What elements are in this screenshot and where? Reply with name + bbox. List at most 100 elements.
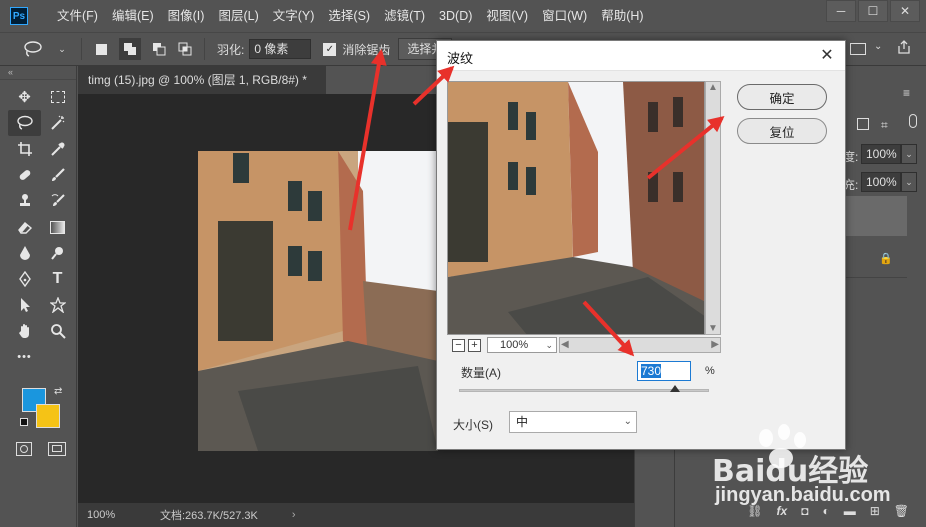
window-controls: ─ ☐ ✕ — [824, 0, 920, 22]
filter-preview[interactable] — [447, 81, 705, 335]
size-label: 大小(S) — [453, 418, 493, 432]
brush-tool-icon[interactable] — [41, 162, 74, 188]
divider — [204, 38, 205, 60]
workspace-icon[interactable] — [850, 43, 866, 55]
crop-tool-icon[interactable] — [8, 136, 41, 162]
preview-zoom-value: 100% — [500, 339, 529, 351]
chevron-down-icon: ⌄ — [545, 340, 553, 350]
menu-layer[interactable]: 图层(L) — [211, 0, 265, 32]
zoom-in-button[interactable]: + — [468, 339, 481, 352]
clone-stamp-icon[interactable] — [8, 188, 41, 214]
close-icon[interactable]: ✕ — [817, 45, 837, 65]
path-selection-icon[interactable] — [8, 292, 41, 318]
dialog-title: 波纹 — [447, 51, 474, 66]
marquee-tool-icon[interactable] — [41, 84, 74, 110]
collapse-icon[interactable]: « — [0, 66, 76, 80]
zoom-out-button[interactable]: − — [452, 339, 465, 352]
quick-mask-icon[interactable] — [16, 442, 32, 456]
dodge-tool-icon[interactable] — [41, 240, 74, 266]
move-tool-icon[interactable]: ✥ — [8, 84, 41, 110]
more-tools-icon[interactable]: ••• — [8, 344, 41, 370]
custom-shape-icon[interactable] — [41, 292, 74, 318]
fill-input[interactable]: 100% — [861, 172, 901, 192]
photoshop-logo: Ps — [10, 7, 28, 25]
lasso-tool-icon[interactable] — [22, 41, 44, 57]
healing-brush-icon[interactable] — [8, 162, 41, 188]
menu-window[interactable]: 窗口(W) — [535, 0, 594, 32]
scroll-up-icon[interactable]: ▲ — [708, 82, 718, 93]
menu-file[interactable]: 文件(F) — [50, 0, 105, 32]
size-select[interactable]: 中 ⌄ — [509, 411, 637, 433]
watermark-url: jingyan.baidu.com — [715, 484, 891, 506]
panel-menu-icon[interactable]: ≡ — [903, 86, 910, 100]
ripple-dialog: 波纹 ✕ ▲ ▼ − + 100% ⌄ ◀ ▶ 确定 复位 数量(A) 730 … — [436, 40, 846, 450]
feather-label: 羽化: — [217, 42, 245, 57]
zoom-tool-icon[interactable] — [41, 318, 74, 344]
document-tab[interactable]: timg (15).jpg @ 100% (图层 1, RGB/8#) * — [78, 66, 326, 94]
hand-tool-icon[interactable] — [8, 318, 41, 344]
eyedropper-icon[interactable] — [41, 136, 74, 162]
chevron-down-icon: ⌄ — [623, 416, 632, 427]
menu-image[interactable]: 图像(I) — [161, 0, 212, 32]
preview-image — [448, 82, 704, 334]
amount-slider-thumb[interactable] — [670, 385, 681, 392]
chevron-down-icon[interactable]: ⌄ — [54, 41, 70, 57]
amount-value: 730 — [641, 364, 662, 378]
default-colors-icon[interactable] — [20, 418, 28, 426]
chevron-down-icon[interactable]: ⌄ — [901, 144, 917, 164]
amount-label: 数量(A) — [461, 366, 501, 380]
magic-wand-icon[interactable] — [41, 110, 74, 136]
antialias-checkbox[interactable]: ✓ — [323, 42, 337, 56]
new-selection-icon[interactable] — [93, 41, 109, 57]
close-window-button[interactable]: ✕ — [890, 0, 920, 22]
scroll-down-icon[interactable]: ▼ — [708, 323, 718, 334]
preview-vertical-scrollbar[interactable]: ▲ ▼ — [705, 81, 721, 335]
minimize-button[interactable]: ─ — [826, 0, 856, 22]
reset-button[interactable]: 复位 — [737, 118, 827, 144]
preview-zoom-select[interactable]: 100% ⌄ — [487, 337, 557, 353]
menu-3d[interactable]: 3D(D) — [432, 0, 479, 32]
intersect-selection-icon[interactable] — [177, 41, 193, 57]
eraser-tool-icon[interactable] — [8, 214, 41, 240]
type-tool-icon[interactable]: T — [41, 266, 74, 292]
chevron-down-icon[interactable]: ⌄ — [901, 172, 917, 192]
gradient-tool-icon[interactable] — [41, 214, 74, 240]
history-brush-icon[interactable] — [41, 188, 74, 214]
menu-select[interactable]: 选择(S) — [321, 0, 377, 32]
menu-edit[interactable]: 编辑(E) — [105, 0, 161, 32]
menu-view[interactable]: 视图(V) — [479, 0, 535, 32]
document-size: 文档:263.7K/527.3K — [160, 510, 258, 522]
antialias-label: 消除锯齿 — [342, 42, 391, 57]
share-icon[interactable] — [896, 39, 912, 58]
panel-toggle-icon[interactable] — [909, 114, 917, 128]
chevron-down-icon[interactable]: ⌄ — [874, 41, 882, 52]
menu-help[interactable]: 帮助(H) — [594, 0, 650, 32]
divider — [81, 38, 82, 60]
dialog-titlebar[interactable]: 波纹 ✕ — [437, 41, 845, 71]
zoom-level[interactable]: 100% — [78, 509, 138, 521]
blur-tool-icon[interactable] — [8, 240, 41, 266]
lock-icon: 🔒 — [879, 253, 893, 265]
preview-horizontal-scrollbar[interactable]: ◀ ▶ — [559, 337, 721, 353]
status-menu-arrow[interactable]: › — [292, 509, 296, 521]
menu-type[interactable]: 文字(Y) — [266, 0, 322, 32]
menu-bar: Ps 文件(F) 编辑(E) 图像(I) 图层(L) 文字(Y) 选择(S) 滤… — [0, 0, 926, 32]
lasso-tool-icon[interactable] — [8, 110, 41, 136]
amount-input[interactable]: 730 — [637, 361, 691, 381]
feather-input[interactable]: 0 像素 — [249, 39, 312, 59]
menu-filter[interactable]: 滤镜(T) — [377, 0, 432, 32]
background-color-swatch[interactable] — [36, 404, 60, 428]
add-to-selection-icon[interactable] — [119, 38, 141, 60]
opacity-input[interactable]: 100% — [861, 144, 901, 164]
screen-mode-icon[interactable] — [48, 442, 66, 456]
ok-button[interactable]: 确定 — [737, 84, 827, 110]
lock-transparent-icon[interactable] — [857, 118, 869, 130]
swap-colors-icon[interactable]: ⇄ — [54, 386, 62, 397]
subtract-selection-icon[interactable] — [151, 41, 167, 57]
maximize-button[interactable]: ☐ — [858, 0, 888, 22]
scroll-right-icon[interactable]: ▶ — [711, 339, 719, 350]
pen-tool-icon[interactable] — [8, 266, 41, 292]
document-tab-title: timg (15).jpg @ 100% (图层 1, RGB/8#) * — [88, 73, 307, 87]
lock-position-icon[interactable]: ⌗ — [881, 118, 888, 133]
scroll-left-icon[interactable]: ◀ — [561, 339, 569, 350]
